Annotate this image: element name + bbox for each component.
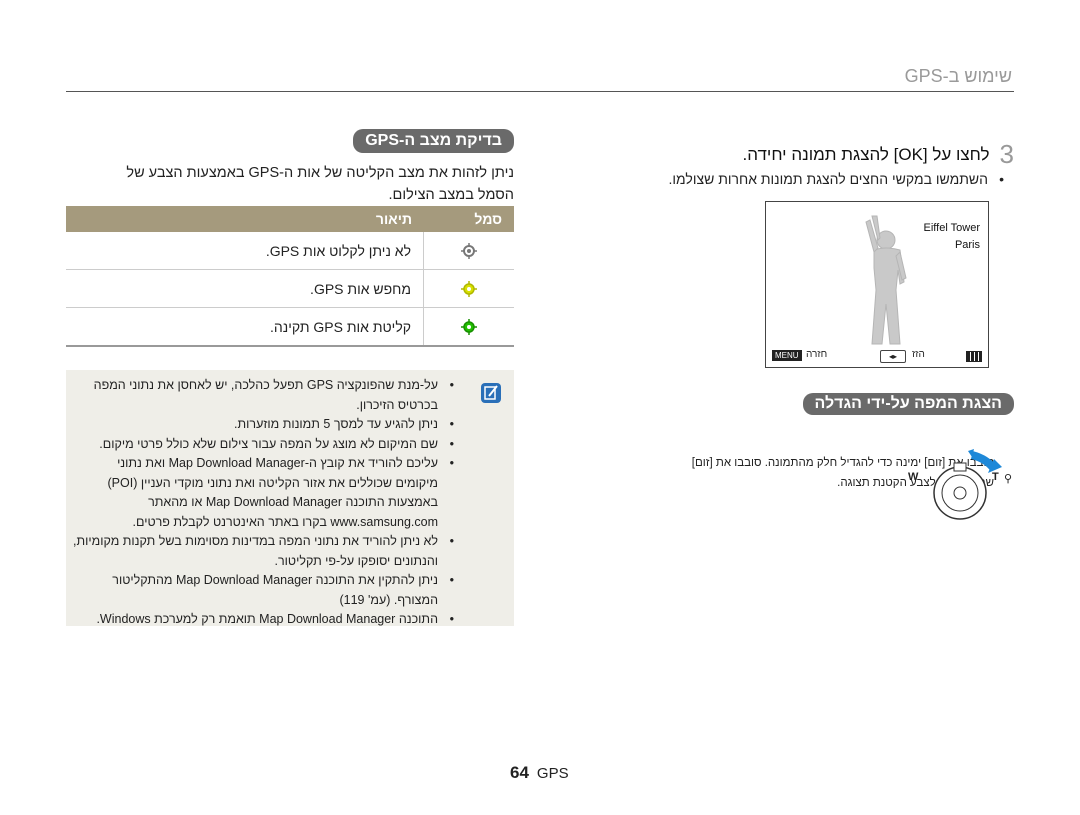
page-footer: 64 GPS [510, 763, 569, 783]
col-icon-header: סמל [474, 211, 502, 227]
nav-arrows-icon: ◂▸ [880, 350, 906, 363]
section-title: שימוש ב-GPS [904, 66, 1012, 86]
footer-label: GPS [536, 765, 569, 782]
step-text: לחצו על [OK] להצגת תמונה יחידה. [742, 144, 990, 164]
note-item: עליכם להוריד את קובץ ה-Map Download Mana… [72, 454, 454, 532]
gps-searching-icon [424, 280, 514, 297]
gps-status-icon [424, 242, 514, 259]
table-row: מחפש אות GPS. [66, 270, 514, 308]
footer-page-number: 64 [510, 763, 529, 782]
gps-desc-line-1: ניתן לזהות את מצב הקליטה של אות ה-GPS בא… [126, 165, 514, 181]
gps-description: ניתן לזהות את מצב הקליטה של אות ה-GPS בא… [64, 162, 514, 206]
col-desc-header: תיאור [375, 211, 412, 227]
nav-label: הזז [912, 349, 925, 360]
note-item: על-מנת שהפונקציה GPS תפעל כהלכה, יש לאחס… [72, 376, 454, 415]
gps-ok-icon [424, 318, 514, 335]
screen-status-bar: MENU חזרה ◂▸ הזז [768, 349, 986, 365]
gps-status-desc: קליטת אות GPS תקינה. [66, 308, 424, 345]
gps-heading: בדיקת מצב ה-GPS [353, 129, 514, 153]
zoom-t-label: T [992, 471, 999, 483]
gps-status-table: סמל תיאור לא ניתן לקלוט אות GPS. מחפש או… [66, 206, 514, 347]
gps-desc-line-2: הסמל במצב הצילום. [388, 187, 515, 203]
step-3: 3 לחצו על [OK] להצגת תמונה יחידה. [743, 139, 1015, 170]
header-rule [66, 91, 1014, 92]
gps-status-desc: לא ניתן לקלוט אות GPS. [66, 232, 424, 269]
note-item: ניתן להגיע עד למסך 5 תמונות מוזערות. [72, 415, 454, 435]
note-box: על-מנת שהפונקציה GPS תפעל כהלכה, יש לאחס… [66, 370, 514, 629]
note-item: שם המיקום לא מוצג על המפה עבור צילום שלא… [72, 435, 454, 455]
landmark-name: Eiffel Tower [923, 222, 980, 234]
zoom-w-label: W [908, 471, 919, 483]
camera-screen: Eiffel Tower Paris MENU חזרה ◂▸ הזז [765, 201, 989, 368]
battery-icon [966, 351, 982, 362]
table-header: סמל תיאור [66, 206, 514, 232]
note-list: על-מנת שהפונקציה GPS תפעל כהלכה, יש לאחס… [72, 376, 454, 630]
table-row: לא ניתן לקלוט אות GPS. [66, 232, 514, 270]
zoom-heading: הצגת המפה על-ידי הגדלה [802, 393, 1014, 415]
table-row: קליטת אות GPS תקינה. [66, 308, 514, 347]
zoom-lever-icon [933, 449, 1002, 520]
step-bullet: השתמשו במקשי החצים להצגת תמונות אחרות שצ… [584, 171, 1004, 187]
person-silhouette-icon [865, 215, 907, 345]
note-icon [481, 383, 501, 403]
note-item: לא ניתן להוריד את נתוני המפה במדינות מסו… [72, 532, 454, 571]
landmark-city: Paris [954, 239, 980, 251]
zoom-lever-diagram: W T ⚲ [908, 445, 1022, 527]
menu-key-icon: MENU [772, 350, 802, 361]
step-bullet-text: השתמשו במקשי החצים להצגת תמונות אחרות שצ… [584, 171, 1004, 187]
menu-back-label: חזרה [806, 349, 828, 360]
note-item: ניתן להתקין את התוכנה Map Download Manag… [72, 571, 454, 610]
note-item: התוכנה Map Download Manager תואמת רק למע… [72, 610, 454, 630]
landmark-label: Eiffel Tower Paris [924, 220, 980, 254]
gps-status-desc: מחפש אות GPS. [66, 270, 424, 307]
magnifier-icon: ⚲ [1004, 473, 1013, 485]
step-number: 3 [999, 139, 1014, 169]
